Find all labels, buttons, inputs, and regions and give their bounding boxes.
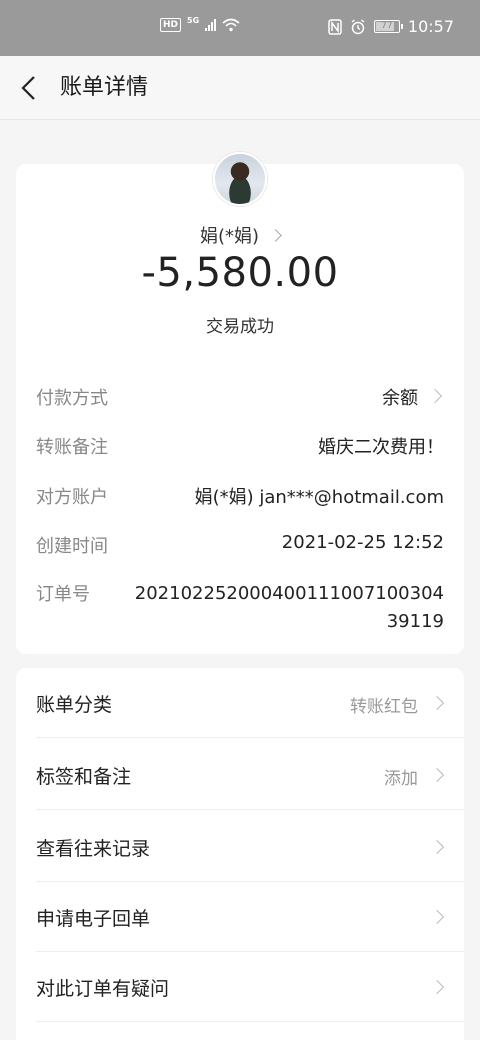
battery-icon: 77 <box>373 20 403 33</box>
chevron-right-icon <box>429 909 445 925</box>
detail-value: 2021-02-25 12:52 <box>281 532 444 553</box>
transaction-amount: -5,580.00 <box>141 250 339 296</box>
chevron-right-icon <box>269 229 282 242</box>
detail-row-order-number: 订单号 20210225200040011100710030439119 <box>36 580 444 640</box>
chevron-right-icon <box>429 767 445 783</box>
menu-item-e-receipt[interactable]: 申请电子回单 <box>16 882 464 952</box>
payee-label: 娟(*娟) <box>199 226 260 247</box>
status-bar: HD 5G 77 10:57 <box>0 0 480 56</box>
menu-item-value: 添加 <box>384 769 418 789</box>
detail-label: 对方账户 <box>36 487 108 508</box>
menu-item-label: 账单分类 <box>36 694 113 716</box>
avatar[interactable] <box>213 152 267 206</box>
divider <box>36 1021 464 1022</box>
chevron-right-icon <box>429 979 445 995</box>
menu-item-label: 申请电子回单 <box>36 908 151 930</box>
menu-item-history[interactable]: 查看往来记录 <box>16 812 464 882</box>
detail-value: 娟(*娟) jan***@hotmail.com <box>194 487 444 508</box>
detail-label: 付款方式 <box>36 388 108 409</box>
battery-percent: 77 <box>381 21 393 31</box>
divider <box>36 809 464 810</box>
hd-voice-icon: HD <box>160 18 182 32</box>
menu-item-order-question[interactable]: 对此订单有疑问 <box>16 952 464 1022</box>
signal-icon <box>205 19 217 31</box>
back-icon[interactable] <box>16 72 44 104</box>
nfc-icon <box>328 18 342 35</box>
menu-item-label: 标签和备注 <box>36 766 132 788</box>
detail-row-created-time: 创建时间 2021-02-25 12:52 <box>36 532 444 558</box>
wifi-icon <box>222 18 240 32</box>
action-menu: 账单分类 转账红包 标签和备注 添加 查看往来记录 申请电子回单 对此订单有疑问 <box>16 668 464 1040</box>
detail-label: 创建时间 <box>36 536 108 557</box>
transaction-status: 交易成功 <box>206 317 274 337</box>
chevron-right-icon <box>429 839 445 855</box>
detail-row-payment-method[interactable]: 付款方式 余额 <box>36 384 444 410</box>
menu-item-tags-notes[interactable]: 标签和备注 添加 <box>16 740 464 810</box>
detail-value: 婚庆二次费用！ <box>318 437 444 458</box>
detail-row-transfer-note: 转账备注 婚庆二次费用！ <box>36 433 444 459</box>
divider <box>36 737 464 738</box>
order-number: 20210225200040011100710030439119 <box>134 583 444 632</box>
menu-item-bill-category[interactable]: 账单分类 转账红包 <box>16 668 464 738</box>
page-title: 账单详情 <box>60 75 149 100</box>
clock: 10:57 <box>407 17 454 36</box>
network-type-label: 5G <box>187 15 200 25</box>
transaction-card: 娟(*娟) -5,580.00 交易成功 付款方式 余额 转账备注 婚庆二次费用… <box>16 152 464 654</box>
detail-value: 余额 <box>382 388 418 409</box>
menu-item-label: 查看往来记录 <box>36 838 151 860</box>
alarm-icon <box>351 18 365 34</box>
page-header: 账单详情 <box>0 56 480 120</box>
menu-item-label: 对此订单有疑问 <box>36 978 170 1000</box>
detail-row-counterparty-account: 对方账户 娟(*娟) jan***@hotmail.com <box>36 483 444 509</box>
chevron-right-icon <box>427 388 443 404</box>
chevron-right-icon <box>429 695 445 711</box>
menu-item-value: 转账红包 <box>350 697 418 717</box>
payee-name[interactable]: 娟(*娟) <box>16 222 464 248</box>
detail-label: 转账备注 <box>36 437 108 458</box>
detail-label: 订单号 <box>36 584 90 605</box>
